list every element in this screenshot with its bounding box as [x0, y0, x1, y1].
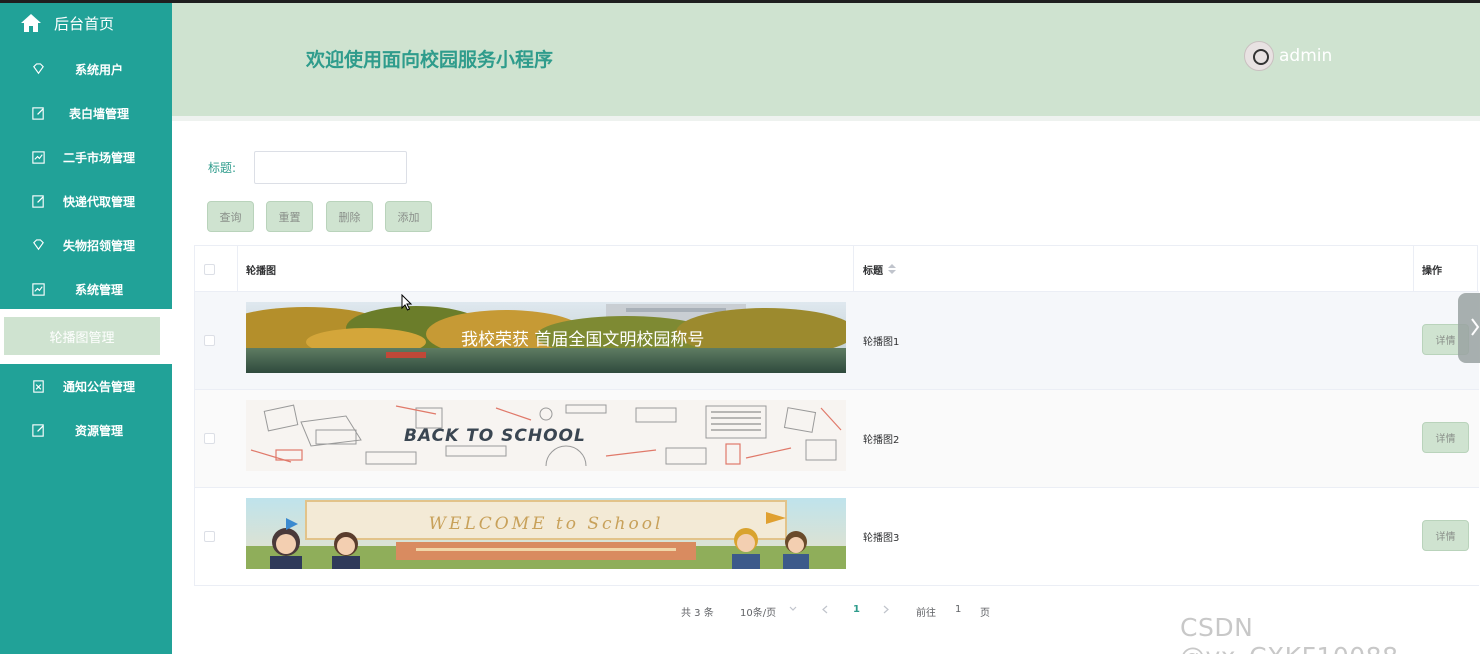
username[interactable]: admin	[1279, 46, 1332, 66]
diamond-icon	[33, 62, 44, 74]
header: 欢迎使用面向校园服务小程序 admin	[172, 3, 1480, 116]
banner-text: 我校荣获 首届全国文明校园称号	[461, 330, 704, 350]
page-size-select[interactable]: 10条/页	[740, 604, 776, 619]
column-header-title-label: 标题	[863, 265, 883, 277]
sidebar-item-system-manage[interactable]: 系统管理	[0, 267, 172, 311]
watermark: CSDN @vx_CXKF10088	[1180, 613, 1398, 654]
prev-page-icon[interactable]	[822, 605, 828, 614]
column-header-banner: 轮播图	[246, 265, 276, 277]
column-header-actions: 操作	[1422, 265, 1442, 277]
sidebar-item-system-users[interactable]: 系统用户	[0, 47, 172, 91]
goto-page-input[interactable]: 1	[955, 604, 961, 615]
sidebar-item-express[interactable]: 快递代取管理	[0, 179, 172, 223]
column-header-title[interactable]: 标题	[863, 246, 896, 292]
sidebar-item-label: 快递代取管理	[62, 194, 135, 209]
sidebar-item-label: 通知公告管理	[62, 379, 135, 394]
row-title: 轮播图3	[863, 533, 900, 544]
row-title: 轮播图1	[863, 337, 900, 348]
add-button[interactable]: 添加	[385, 201, 432, 232]
document-icon	[33, 379, 44, 393]
banner-image: WELCOME to School	[246, 498, 846, 569]
reset-button[interactable]: 重置	[266, 201, 313, 232]
select-all-checkbox[interactable]	[204, 264, 215, 275]
banner-image: BACK TO SCHOOL	[246, 400, 846, 471]
sort-icon[interactable]	[888, 264, 896, 274]
sidebar: 后台首页 系统用户 表白墙管理 二手市场管理 快递代取管理 失物招领管理 系统管…	[0, 3, 172, 654]
search-label: 标题:	[208, 161, 237, 175]
sidebar-item-label: 轮播图管理	[4, 317, 160, 355]
sidebar-item-confession-wall[interactable]: 表白墙管理	[0, 91, 172, 135]
chevron-down-icon[interactable]	[789, 606, 797, 612]
sidebar-item-lost-found[interactable]: 失物招领管理	[0, 223, 172, 267]
table-row: BACK TO SCHOOL 轮播图2 详情	[195, 390, 1479, 488]
sidebar-item-notice[interactable]: 通知公告管理	[0, 364, 172, 408]
table-row: WELCOME to School 轮播图3 详情	[195, 488, 1479, 586]
sidebar-item-carousel[interactable]: 轮播图管理	[0, 309, 172, 364]
page-number-current[interactable]: 1	[853, 604, 860, 615]
row-checkbox[interactable]	[204, 531, 215, 542]
sidebar-item-home[interactable]: 后台首页	[0, 3, 172, 43]
sidebar-item-label: 系统用户	[74, 62, 123, 77]
chart-icon	[32, 282, 45, 296]
edit-icon	[32, 106, 44, 120]
page-title: 欢迎使用面向校园服务小程序	[306, 49, 554, 71]
query-button[interactable]: 查询	[207, 201, 254, 232]
row-checkbox[interactable]	[204, 335, 215, 346]
pagination-total: 共 3 条	[681, 608, 714, 619]
row-checkbox[interactable]	[204, 433, 215, 444]
header-divider	[172, 116, 1480, 121]
home-icon	[21, 14, 41, 32]
detail-button[interactable]: 详情	[1422, 520, 1469, 551]
carousel-table: 轮播图 标题 操作 我校荣获 首届全国文明校园称号 轮播图1 详情 BACK T…	[194, 245, 1479, 586]
sidebar-home-label: 后台首页	[54, 14, 115, 33]
sidebar-item-resources[interactable]: 资源管理	[0, 408, 172, 452]
banner-text: WELCOME to School	[429, 514, 664, 534]
sidebar-item-label: 失物招领管理	[62, 238, 135, 253]
avatar[interactable]	[1244, 41, 1274, 71]
sidebar-item-label: 资源管理	[74, 423, 123, 438]
goto-label: 前往	[916, 608, 936, 619]
banner-text: BACK TO SCHOOL	[404, 426, 586, 446]
chevron-right-icon	[1471, 318, 1480, 336]
diamond-icon	[33, 238, 44, 250]
sidebar-item-label: 二手市场管理	[62, 150, 135, 165]
sidebar-item-second-hand[interactable]: 二手市场管理	[0, 135, 172, 179]
title-search-input[interactable]	[254, 151, 407, 184]
table-header: 轮播图 标题 操作	[195, 246, 1479, 292]
row-title: 轮播图2	[863, 435, 900, 446]
page-unit-label: 页	[980, 608, 990, 619]
edit-icon	[32, 423, 44, 437]
detail-button[interactable]: 详情	[1422, 422, 1469, 453]
chart-icon	[32, 150, 45, 164]
next-page-icon[interactable]	[883, 605, 889, 614]
sidebar-item-label: 系统管理	[74, 282, 123, 297]
edit-icon	[32, 194, 44, 208]
mouse-cursor-icon	[401, 294, 413, 311]
banner-image: 我校荣获 首届全国文明校园称号	[246, 302, 846, 373]
side-drawer-toggle[interactable]	[1458, 293, 1480, 363]
delete-button[interactable]: 删除	[326, 201, 373, 232]
table-row: 我校荣获 首届全国文明校园称号 轮播图1 详情	[195, 292, 1479, 390]
sidebar-item-label: 表白墙管理	[68, 106, 129, 121]
